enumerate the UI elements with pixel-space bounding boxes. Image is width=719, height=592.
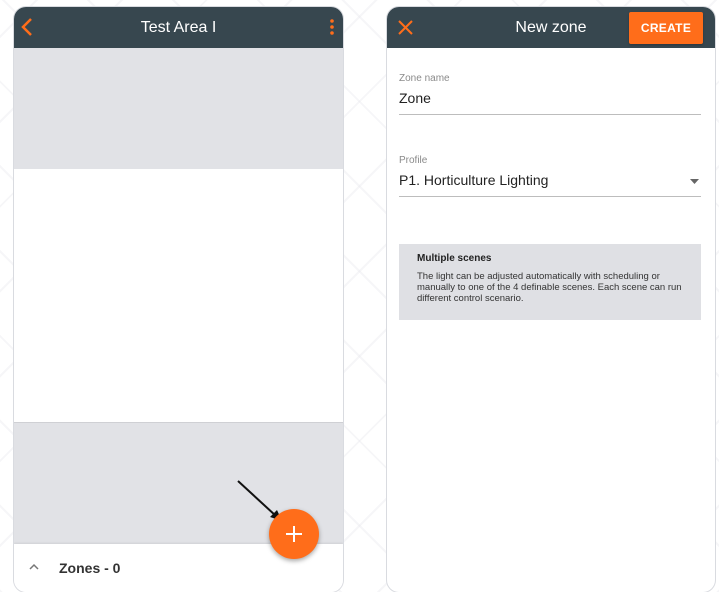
zones-count-label: Zones - 0	[59, 560, 121, 576]
zone-name-input[interactable]: Zone	[399, 90, 701, 114]
plus-icon	[286, 526, 302, 542]
new-zone-screen: New zone CREATE Zone name Zone Profile P…	[387, 7, 715, 592]
chevron-left-icon[interactable]	[18, 16, 38, 38]
profile-info-box: Multiple scenes The light can be adjuste…	[399, 244, 701, 320]
zone-name-field[interactable]: Zone name Zone	[399, 73, 701, 115]
map-area-top	[14, 48, 343, 169]
dropdown-arrow-icon[interactable]	[690, 179, 699, 184]
add-zone-button[interactable]	[269, 509, 319, 559]
new-zone-app-bar: New zone CREATE	[387, 7, 715, 48]
create-button[interactable]: CREATE	[629, 12, 703, 44]
new-zone-title: New zone	[515, 18, 587, 36]
info-description: The light can be adjusted automatically …	[417, 271, 682, 304]
profile-label: Profile	[399, 155, 428, 166]
profile-select[interactable]: Profile P1. Horticulture Lighting	[399, 155, 701, 197]
more-vert-icon[interactable]	[329, 17, 335, 37]
chevron-up-icon[interactable]	[28, 562, 40, 570]
info-title: Multiple scenes	[417, 253, 492, 264]
map-canvas[interactable]	[14, 169, 343, 422]
profile-value[interactable]: P1. Horticulture Lighting	[399, 172, 701, 196]
zone-name-label: Zone name	[399, 73, 450, 84]
area-screen: Test Area I Zones - 0	[14, 7, 343, 592]
close-icon[interactable]	[397, 19, 414, 36]
area-title: Test Area I	[140, 18, 217, 36]
area-app-bar: Test Area I	[14, 7, 343, 48]
